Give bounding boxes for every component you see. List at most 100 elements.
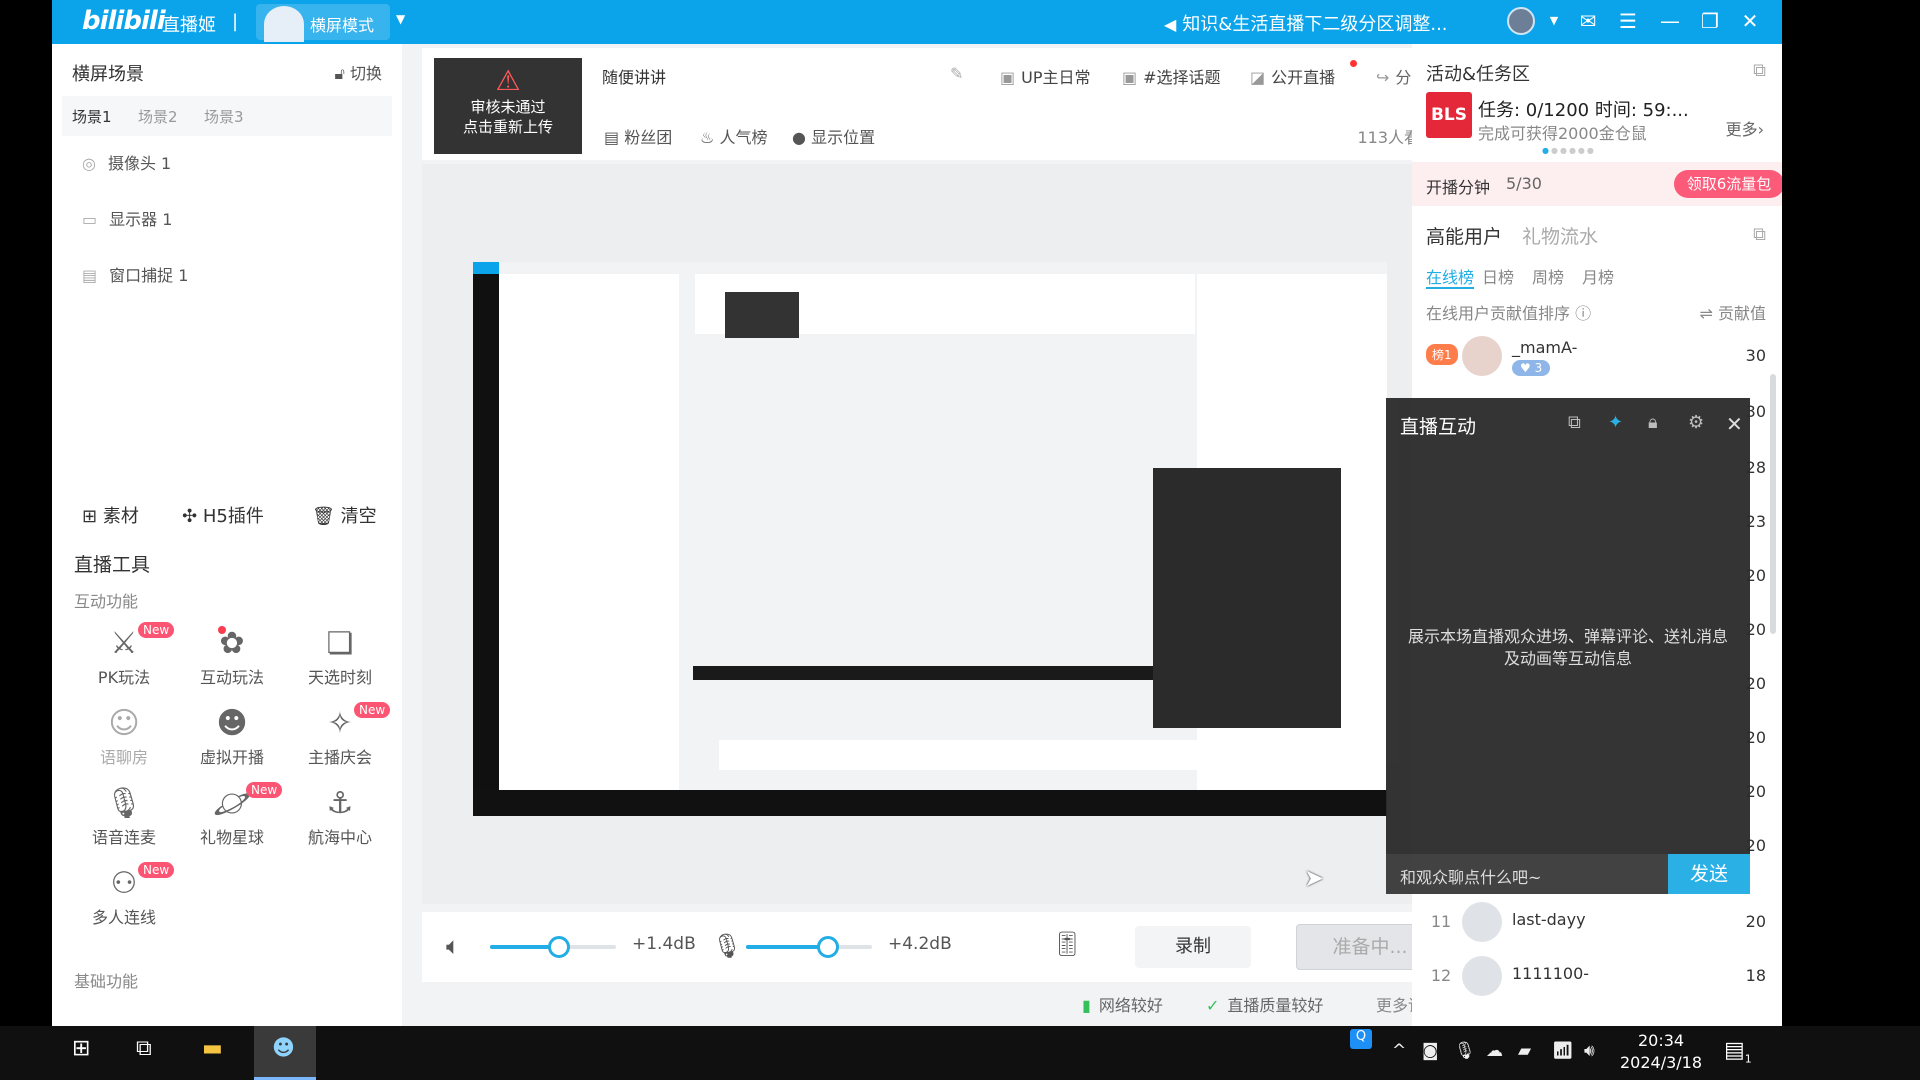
mode-selector[interactable]: 横屏模式 — [256, 4, 390, 42]
subtab-monthly[interactable]: 月榜 — [1582, 264, 1614, 288]
user-avatar[interactable] — [1507, 7, 1535, 35]
popout-icon[interactable]: ⧉ — [1568, 412, 1581, 433]
mic-slider-knob[interactable] — [817, 936, 839, 958]
puzzle-icon: ✣ — [182, 506, 198, 527]
tool-voice-room[interactable]: ☺ 语聊房 — [74, 704, 174, 776]
cover-warning[interactable]: ⚠ 审核未通过 点击重新上传 — [434, 58, 582, 154]
battery-icon[interactable]: ▰ — [1518, 1041, 1531, 1061]
subtab-daily[interactable]: 日榜 — [1482, 264, 1514, 288]
tool-lottery[interactable]: ❏ 天选时刻 — [290, 624, 390, 696]
rank-row[interactable]: 榜1 _mamA- ♥ 3 30 — [1412, 330, 1782, 384]
quality-status[interactable]: ✓ 直播质量较好 — [1206, 992, 1323, 1016]
bilibili-logo: bilibili — [82, 6, 166, 36]
more-link[interactable]: 更多› — [1726, 116, 1764, 140]
tab-scene-3[interactable]: 场景3 — [204, 106, 244, 127]
effects-icon[interactable]: ✦ — [1608, 412, 1623, 433]
rank-row[interactable]: 12 1111100- 18 — [1412, 950, 1782, 1004]
mode-caret-icon[interactable]: ▼ — [396, 12, 405, 26]
restore-icon[interactable]: ❐ — [1696, 8, 1724, 34]
close-icon[interactable]: ✕ — [1726, 412, 1743, 436]
network-status[interactable]: ▮ 网络较好 — [1082, 992, 1163, 1016]
claim-traffic-button[interactable]: 领取6流量包 — [1674, 170, 1782, 198]
subtab-online[interactable]: 在线榜 — [1426, 264, 1474, 288]
mail-icon[interactable]: ✉ — [1574, 8, 1602, 34]
source-camera[interactable]: ◎ 摄像头 1 — [82, 150, 171, 174]
speaker-slider-knob[interactable] — [548, 936, 570, 958]
popout-icon[interactable]: ⧉ — [1753, 60, 1766, 81]
volume-icon[interactable]: 🔊︎ — [1584, 1041, 1595, 1061]
clear-button[interactable]: 🗑︎ 清空 — [312, 502, 377, 528]
location-button[interactable]: ● 显示位置 — [792, 124, 875, 148]
tab-scene-2[interactable]: 场景2 — [138, 106, 178, 127]
close-icon[interactable]: ✕ — [1736, 8, 1764, 34]
notification-icon[interactable]: ▤1 — [1724, 1038, 1752, 1065]
qq-icon[interactable]: Q — [1350, 1029, 1372, 1049]
tool-virtual[interactable]: ☻ 虚拟开播 — [182, 704, 282, 776]
edit-icon[interactable]: ✎ — [950, 64, 963, 83]
rank-number: 12 — [1430, 966, 1452, 985]
lock-icon[interactable]: 🔒︎ — [1648, 412, 1658, 433]
file-explorer-icon[interactable]: ▬ — [202, 1036, 223, 1061]
stream-preview[interactable] — [473, 262, 1387, 816]
preview-taskbar — [473, 790, 1387, 816]
bls-badge[interactable]: BLS — [1426, 92, 1472, 138]
source-window[interactable]: ▤ 窗口捕捉 1 — [82, 262, 188, 286]
start-minutes-bar: 开播分钟 5/30 领取6流量包 — [1412, 162, 1782, 206]
popout-icon[interactable]: ⧉ — [1753, 224, 1766, 245]
switch-label: 切换 — [349, 64, 382, 83]
task-view-icon[interactable]: ⧉ — [136, 1036, 152, 1061]
help-icon[interactable]: ⓘ — [1575, 304, 1591, 323]
mixer-icon[interactable]: 🎚︎ — [1052, 930, 1082, 958]
tool-party[interactable]: ✧ 主播庆会 New — [290, 702, 391, 776]
contribution-sort[interactable]: ⇌ 贡献值 — [1699, 300, 1766, 324]
tab-scene-1[interactable]: 场景1 — [72, 106, 112, 127]
material-button[interactable]: ⊞ 素材 — [82, 502, 139, 528]
tray-expand-icon[interactable]: ^ — [1392, 1041, 1406, 1061]
tool-mic-link[interactable]: 🎙︎ 语音连麦 — [74, 784, 174, 856]
switch-button[interactable]: 🔓︎ 切换 — [335, 60, 382, 84]
subtab-weekly[interactable]: 周榜 — [1532, 264, 1564, 288]
h5-plugin-button[interactable]: ✣ H5插件 — [182, 502, 264, 528]
tool-pk[interactable]: ⚔ PK玩法 New — [74, 622, 175, 696]
system-clock[interactable]: 20:34 2024/3/18 — [1620, 1030, 1702, 1074]
tool-label: 多人连线 — [91, 908, 156, 927]
tool-interactive[interactable]: ✿ 互动玩法 — [182, 624, 282, 696]
source-display[interactable]: ▭ 显示器 1 — [82, 206, 172, 230]
notice-banner[interactable]: ◀ 知识&生活直播下二级分区调整... — [1164, 10, 1448, 36]
tool-anchor[interactable]: ⚓ 航海中心 — [290, 784, 390, 856]
menu-icon[interactable]: ☰ — [1614, 8, 1642, 34]
speaker-volume-icon[interactable]: 🔈︎ — [446, 932, 460, 960]
settings-icon[interactable]: ⚙ — [1688, 412, 1704, 433]
chat-input[interactable]: 和观众聊点什么吧~ — [1386, 854, 1668, 894]
tool-multi-link[interactable]: ⚇ 多人连线 New — [74, 862, 175, 936]
tab-gift-flow[interactable]: 礼物流水 — [1522, 222, 1598, 249]
avatar-dropdown-icon[interactable]: ▼ — [1540, 8, 1568, 34]
rank-row[interactable]: 11 last-dayy 20 — [1412, 896, 1782, 950]
stream-title-input[interactable]: 随便讲讲 — [602, 64, 666, 88]
tool-gift-planet[interactable]: 🪐︎ 礼物星球 New — [182, 782, 283, 856]
category-button[interactable]: ▣ UP主日常 — [1000, 64, 1091, 88]
cloud-icon[interactable]: ☁ — [1486, 1041, 1503, 1061]
tool-label: 语音连麦 — [91, 828, 156, 847]
minimize-icon[interactable]: — — [1656, 8, 1684, 34]
wifi-icon[interactable]: 📶︎ — [1552, 1041, 1574, 1061]
mic-slider[interactable] — [746, 936, 872, 958]
popularity-button[interactable]: ♨ 人气榜 — [700, 124, 767, 148]
topic-button[interactable]: ▣ #选择话题 — [1122, 64, 1221, 88]
red-dot — [1350, 60, 1357, 67]
tray-app-icon[interactable]: ◙ — [1422, 1041, 1439, 1061]
visibility-button[interactable]: ◪ 公开直播 — [1250, 64, 1335, 88]
speaker-slider[interactable] — [490, 936, 616, 958]
tab-high-energy[interactable]: 高能用户 — [1426, 222, 1502, 249]
windows-start-icon[interactable]: ⊞ — [72, 1036, 90, 1061]
carousel-dots[interactable]: ●●●●●● — [1542, 146, 1596, 155]
record-button[interactable]: 录制 — [1135, 926, 1251, 968]
send-button[interactable]: 发送 — [1668, 854, 1750, 894]
windows-taskbar: ⊞ ⧉ ▬ ☻ Q ^ ◙ 🎙︎ ☁ ▰ 📶︎ 🔊︎ 20:34 2024/3/… — [0, 1026, 1920, 1080]
microphone-icon[interactable]: 🎙︎ — [712, 932, 742, 960]
fan-club-button[interactable]: ▤ 粉丝团 — [604, 124, 672, 148]
bilibili-live-taskbar-button[interactable]: ☻ — [254, 1026, 316, 1080]
microphone-tray-icon[interactable]: 🎙︎ — [1454, 1041, 1476, 1061]
scrollbar[interactable] — [1770, 374, 1776, 634]
tool-label: 语聊房 — [99, 748, 148, 767]
